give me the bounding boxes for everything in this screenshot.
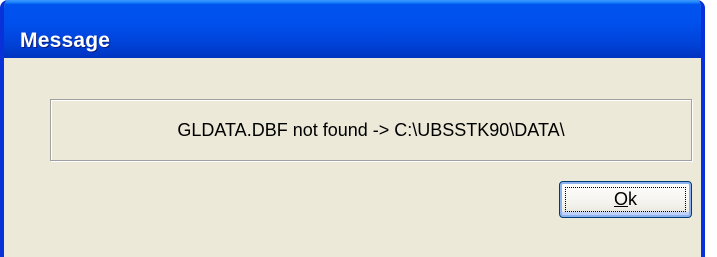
ok-label-rest: k [628,189,637,209]
ok-button-label: Ok [614,189,637,210]
message-panel: GLDATA.DBF not found -> C:\UBSSTK90\DATA… [50,99,692,161]
dialog-title: Message [20,29,111,52]
title-bar[interactable]: Message [4,0,701,58]
ok-accelerator-key: O [613,189,628,209]
message-text: GLDATA.DBF not found -> C:\UBSSTK90\DATA… [177,119,565,140]
message-dialog: Message GLDATA.DBF not found -> C:\UBSST… [0,0,705,257]
dialog-body: GLDATA.DBF not found -> C:\UBSSTK90\DATA… [4,58,701,257]
ok-button[interactable]: Ok [559,181,692,218]
